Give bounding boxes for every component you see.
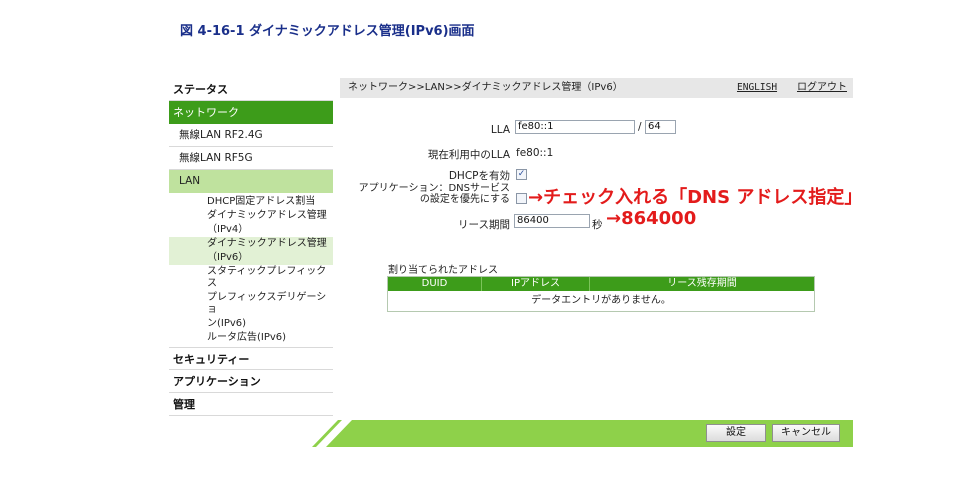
app-dns-priority-label-line1: アプリケーション：DNSサービス [358,183,510,194]
breadcrumb-bar: ネットワーク>>LAN>>ダイナミックアドレス管理（IPv6） ENGLISH … [340,78,853,98]
lease-period-input[interactable]: 86400 [514,214,590,228]
sidebar-item-dynamic-ipv4-suffix[interactable]: （IPv4） [207,223,333,237]
col-ip-address: IPアドレス [482,277,590,291]
app-dns-priority-label-line2: の設定を優先にする [419,194,510,205]
figure-caption: 図 4-16-1 ダイナミックアドレス管理(IPv6)画面 [180,24,475,39]
sidebar-item-admin[interactable]: 管理 [169,393,333,416]
english-link[interactable]: ENGLISH [737,78,777,98]
sidebar-item-dynamic-ipv4[interactable]: ダイナミックアドレス管理 [207,209,333,223]
app-dns-priority-checkbox[interactable] [516,193,527,204]
sidebar-nav: ステータス ネットワーク 無線LAN RF2.4G 無線LAN RF5G LAN… [169,78,333,416]
assigned-address-title: 割り当てられたアドレス [388,265,498,276]
prefix-length-input[interactable]: 64 [645,120,676,134]
sidebar-item-prefix-delegation[interactable]: プレフィックスデリゲーショ [207,291,333,317]
assigned-address-table: DUID IPアドレス リース残存期間 データエントリがありません。 [387,276,815,312]
sidebar-item-network[interactable]: ネットワーク [169,101,333,124]
col-lease-remaining: リース残存期間 [667,278,737,289]
prefix-slash: / [638,121,642,133]
breadcrumb: ネットワーク>>LAN>>ダイナミックアドレス管理（IPv6） [348,82,623,93]
sidebar-item-static-prefix[interactable]: スタティックプレフィックス [207,265,333,291]
cancel-button[interactable]: キャンセル [772,424,840,442]
sidebar-item-status[interactable]: ステータス [169,78,333,101]
current-lla-value: fe80::1 [516,147,554,159]
sidebar-item-wlan-2-4g[interactable]: 無線LAN RF2.4G [169,124,333,147]
current-lla-label: 現在利用中のLLA [427,149,510,161]
sidebar-item-dynamic-ipv6[interactable]: ダイナミックアドレス管理 [169,237,333,251]
sidebar-item-lan[interactable]: LAN [169,170,333,193]
sidebar-item-dhcp-static[interactable]: DHCP固定アドレス割当 [207,195,333,209]
dhcp-enable-label: DHCPを有効 [448,170,510,182]
lease-unit: 秒 [592,219,603,231]
app-dns-priority-label: アプリケーション：DNSサービス の設定を優先にする [330,183,510,205]
sidebar-item-router-advert[interactable]: ルータ広告(IPv6) [207,331,333,345]
lan-submenu: DHCP固定アドレス割当 ダイナミックアドレス管理 （IPv4） ダイナミックア… [169,193,333,347]
dns-annotation: →チェック入れる「DNS アドレス指定」 [528,187,863,208]
sidebar-item-security[interactable]: セキュリティー [169,347,333,370]
lla-label: LLA [490,124,510,136]
sidebar-item-wlan-5g[interactable]: 無線LAN RF5G [169,147,333,170]
col-duid: DUID [388,277,482,291]
table-header: DUID IPアドレス リース残存期間 [388,277,814,291]
lla-input[interactable]: fe80::1 [515,120,635,134]
dhcp-enable-checkbox[interactable]: ✓ [516,169,527,180]
sidebar-item-application[interactable]: アプリケーション [169,370,333,393]
lease-period-label: リース期間 [458,219,510,231]
table-empty-row: データエントリがありません。 [388,291,814,311]
sidebar-item-prefix-delegation-suffix[interactable]: ン(IPv6) [207,317,333,331]
lease-annotation: →864000 [606,208,697,229]
sidebar-item-dynamic-ipv6-suffix[interactable]: （IPv6） [169,251,333,265]
save-button[interactable]: 設定 [706,424,766,442]
logout-link[interactable]: ログアウト [797,78,847,98]
